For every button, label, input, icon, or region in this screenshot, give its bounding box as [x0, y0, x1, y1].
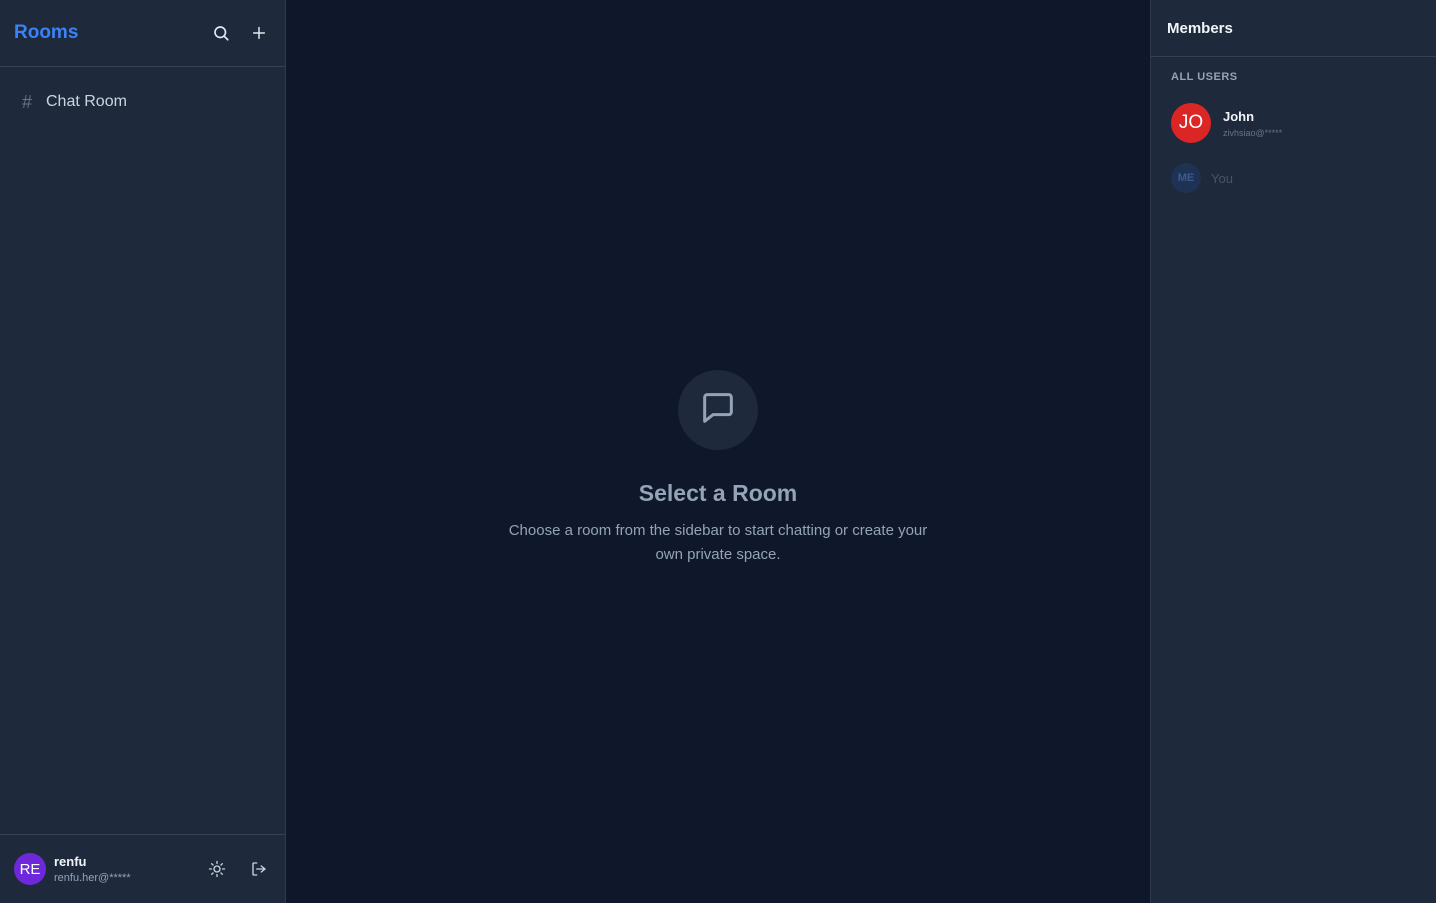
logout-icon[interactable] — [247, 857, 271, 881]
plus-icon[interactable] — [247, 21, 271, 45]
footer-actions — [205, 857, 271, 881]
section-label: ALL USERS — [1171, 71, 1238, 83]
rooms-sidebar: Rooms # Chat Room RE renfu renfu.her@***… — [0, 0, 286, 903]
room-label: Chat Room — [46, 93, 127, 110]
member-item-self: ME You — [1171, 163, 1416, 193]
member-name: John — [1223, 108, 1255, 124]
room-list: # Chat Room — [0, 67, 285, 834]
sidebar-footer: RE renfu renfu.her@***** — [0, 834, 285, 903]
sidebar-header: Rooms — [0, 0, 285, 67]
empty-state-description: Choose a room from the sidebar to start … — [508, 522, 928, 563]
members-section: ALL USERS JO John zivhsiao@***** ME You — [1151, 57, 1436, 193]
sidebar-title: Rooms — [14, 22, 79, 43]
message-square-icon — [698, 388, 738, 433]
avatar: JO — [1171, 103, 1211, 143]
room-item-chat-room[interactable]: # Chat Room — [0, 87, 285, 117]
current-user: RE renfu renfu.her@***** — [14, 853, 131, 885]
members-title: Members — [1151, 0, 1436, 57]
avatar: RE — [14, 853, 46, 885]
self-label: You — [1211, 170, 1233, 186]
empty-state: Select a Room Choose a room from the sid… — [503, 370, 933, 567]
search-icon[interactable] — [209, 21, 233, 45]
member-info: John zivhsiao@***** — [1223, 109, 1282, 138]
chat-main: Select a Room Choose a room from the sid… — [286, 0, 1150, 903]
member-email: zivhsiao@***** — [1223, 127, 1283, 138]
members-panel: Members ALL USERS JO John zivhsiao@*****… — [1150, 0, 1436, 903]
user-email: renfu.her@***** — [54, 872, 131, 884]
user-info: renfu renfu.her@***** — [54, 854, 131, 884]
app-root: Rooms # Chat Room RE renfu renfu.her@***… — [0, 0, 1436, 903]
user-name: renfu — [54, 854, 87, 869]
hash-icon: # — [21, 91, 32, 112]
sun-icon[interactable] — [205, 857, 229, 881]
avatar: ME — [1171, 163, 1201, 193]
empty-icon-wrap — [678, 370, 758, 450]
empty-state-title: Select a Room — [638, 480, 798, 506]
member-item-john[interactable]: JO John zivhsiao@***** — [1171, 103, 1416, 143]
header-actions — [209, 21, 271, 45]
